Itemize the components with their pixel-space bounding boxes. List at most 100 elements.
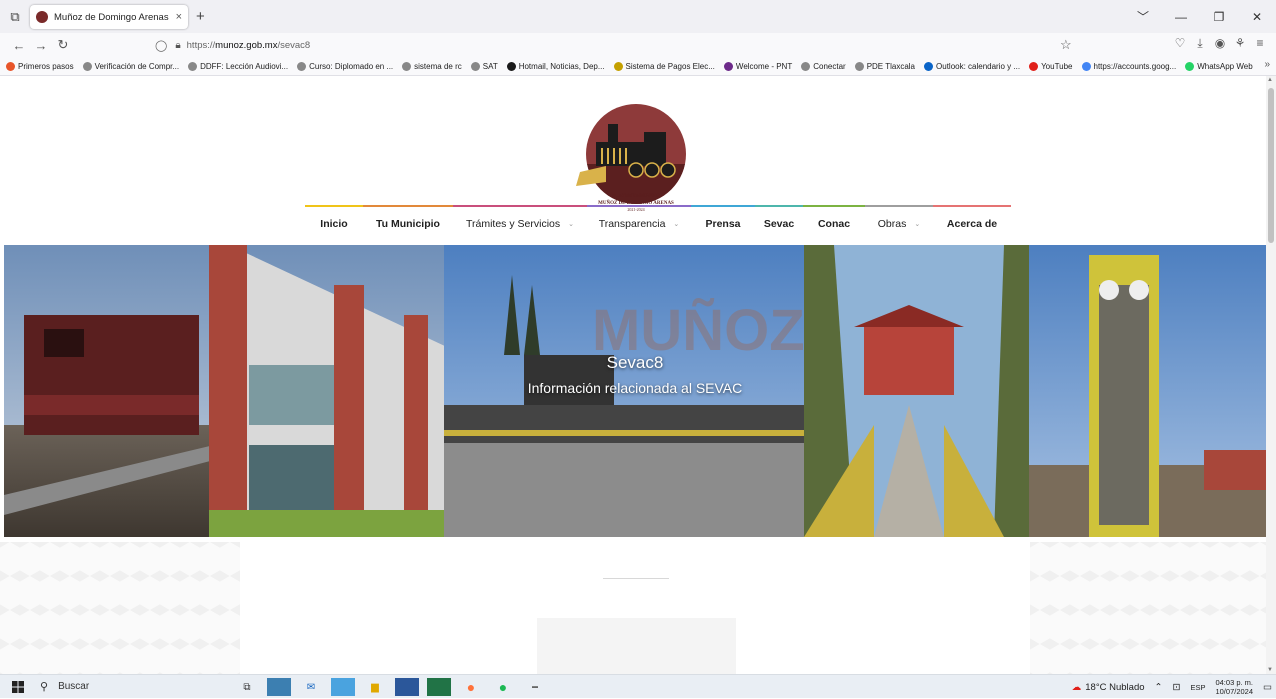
bookmark-item[interactable]: Welcome - PNT [723, 61, 793, 71]
bookmark-item[interactable]: Hotmail, Noticias, Dep... [506, 61, 605, 71]
menu-item-label: Transparencia [598, 218, 666, 230]
bookmark-item[interactable]: https://accounts.goog... [1081, 61, 1177, 71]
taskbar-search[interactable]: ⚲ Buscar [36, 675, 226, 699]
back-arrow-icon[interactable]: ← [8, 38, 30, 53]
downloads-icon[interactable]: ⤓ [1190, 36, 1210, 51]
reload-icon[interactable]: ↻ [52, 37, 74, 53]
bookmark-label: https://accounts.goog... [1093, 61, 1177, 71]
url-prefix: https:// [186, 39, 216, 51]
forward-arrow-icon[interactable]: → [30, 38, 52, 53]
hero-subtitle: Información relacionada al SEVAC [527, 380, 743, 396]
system-tray: ☁ 18°C Nublado ⌃ ⊡ ESP 04:03 p. m. 10/07… [1062, 675, 1272, 699]
bookmark-favicon-icon [402, 61, 412, 71]
new-tab-button[interactable]: + [196, 8, 205, 25]
bookmarks-overflow-icon[interactable]: » [1264, 59, 1270, 70]
toolbar-right: ♡ ⤓ ◉ ⚘ ≡ [1170, 36, 1270, 51]
bookmark-label: DDFF: Lección Audiovi... [200, 61, 289, 71]
excel-icon[interactable] [427, 678, 451, 696]
bookmark-label: Sistema de Pagos Elec... [625, 61, 715, 71]
calculator-icon[interactable] [267, 678, 291, 696]
bookmark-item[interactable]: Outlook: calendario y ... [924, 61, 1020, 71]
browser-tab-active[interactable]: Muñoz de Domingo Arenas × [30, 5, 188, 29]
bookmark-item[interactable]: Verificación de Compr... [82, 61, 179, 71]
menu-item-label: Inicio [320, 218, 348, 230]
bookmark-favicon-icon [470, 61, 480, 71]
scrollbar-thumb[interactable] [1268, 88, 1274, 243]
account-icon[interactable]: ◉ [1210, 36, 1230, 51]
menu-item[interactable]: Prensa [691, 205, 755, 241]
weather-text[interactable]: 18°C Nublado [1085, 682, 1144, 693]
bookmark-item[interactable]: Sistema de Pagos Elec... [613, 61, 715, 71]
clock[interactable]: 04:03 p. m. 10/07/2024 [1215, 678, 1253, 696]
list-all-tabs-icon[interactable]: ﹀ [1124, 8, 1162, 25]
tab-close-icon[interactable]: × [176, 11, 182, 23]
page-scrollbar[interactable]: ▲ ▼ [1266, 76, 1276, 674]
bookmark-label: Welcome - PNT [735, 61, 793, 71]
window-controls: ﹀ — ❐ ✕ [1124, 0, 1276, 33]
bookmarks-bar: Primeros pasos Verificación de Compr... DD… [0, 57, 1276, 76]
close-window-button[interactable]: ✕ [1238, 10, 1276, 24]
bookmark-label: Curso: Diplomado en ... [309, 61, 394, 71]
minimize-button[interactable]: — [1162, 10, 1200, 24]
logo-line-1: H. AYUNTAMIENTO [612, 194, 660, 199]
bookmark-item[interactable]: sistema de rc [402, 61, 462, 71]
start-button[interactable] [0, 680, 36, 693]
clock-date: 10/07/2024 [1215, 687, 1254, 696]
notifications-icon[interactable]: ▭ [1263, 682, 1272, 693]
weather-icon[interactable]: ☁ [1072, 682, 1082, 693]
menu-icon[interactable]: ≡ [1250, 36, 1270, 51]
menu-item[interactable]: Obras ⌄ [865, 205, 933, 241]
pocket-icon[interactable]: ♡ [1170, 36, 1190, 51]
word-icon[interactable] [395, 678, 419, 696]
bookmark-favicon-icon [506, 61, 516, 71]
tray-expand-icon[interactable]: ⌃ [1155, 682, 1163, 693]
browser-nav-bar: ← → ↻ ◯ 🔒︎ https://munoz.gob.mx/sevac8 ☆… [0, 33, 1276, 57]
bookmark-favicon-icon [1185, 61, 1195, 71]
bookmark-label: YouTube [1041, 61, 1073, 71]
mail-icon[interactable]: ✉ [299, 678, 323, 696]
scroll-down-icon[interactable]: ▼ [1267, 667, 1273, 673]
task-view-icon[interactable]: ⧉ [235, 678, 259, 696]
bookmark-item[interactable]: YouTube [1029, 61, 1073, 71]
spotify-icon[interactable]: ● [491, 678, 515, 696]
bookmark-item[interactable]: Conectar [801, 61, 846, 71]
menu-item[interactable]: Sevac [755, 205, 803, 241]
municipality-logo[interactable]: H. AYUNTAMIENTO MUÑOZ DE DOMINGO ARENAS … [566, 102, 706, 222]
app-thumbnail-icon[interactable]: ▬ [523, 678, 547, 696]
menu-item[interactable]: Conac [803, 205, 865, 241]
lock-icon[interactable]: 🔒︎ [175, 40, 180, 51]
windows-logo-icon [12, 680, 24, 693]
language-indicator[interactable]: ESP [1190, 683, 1205, 692]
bookmark-star-icon[interactable]: ☆ [1060, 37, 1072, 53]
menu-item[interactable]: Acerca de [933, 205, 1011, 241]
menu-item[interactable]: Transparencia ⌄ [587, 205, 691, 241]
bookmark-item[interactable]: DDFF: Lección Audiovi... [188, 61, 289, 71]
bookmark-favicon-icon [924, 61, 934, 71]
firefox-icon[interactable]: ● [459, 678, 483, 696]
bookmark-favicon-icon [854, 61, 864, 71]
restore-button[interactable]: ❐ [1200, 10, 1238, 24]
url-path: /sevac8 [277, 39, 311, 51]
main-menu: Inicio Tu Municipio Trámites y Servicios ⌄ T… [305, 205, 1028, 241]
bookmark-item[interactable]: SAT [470, 61, 498, 71]
bookmark-item[interactable]: WhatsApp Web [1185, 61, 1253, 71]
menu-item[interactable]: Inicio [305, 205, 363, 241]
menu-item[interactable]: Trámites y Servicios ⌄ [453, 205, 587, 241]
bookmark-item[interactable]: Primeros pasos [6, 61, 74, 71]
bookmark-item[interactable]: PDE Tlaxcala [854, 61, 915, 71]
bookmark-label: SAT [482, 61, 498, 71]
tracking-shield-icon[interactable]: ◯ [155, 39, 167, 52]
photos-icon[interactable] [331, 678, 355, 696]
taskbar-apps: ⧉ ✉ ▆ ● ● ▬ [235, 678, 555, 696]
bookmark-favicon-icon [188, 61, 198, 71]
file-explorer-icon[interactable]: ▆ [363, 678, 387, 696]
menu-item[interactable]: Tu Municipio [363, 205, 453, 241]
url-bar[interactable]: ◯ 🔒︎ https://munoz.gob.mx/sevac8 [155, 35, 1075, 55]
bookmark-favicon-icon [723, 61, 733, 71]
tab-list-icon[interactable]: ⧉ [0, 0, 30, 33]
scroll-up-icon[interactable]: ▲ [1267, 77, 1273, 83]
network-icon[interactable]: ⊡ [1172, 682, 1180, 693]
extensions-icon[interactable]: ⚘ [1230, 36, 1250, 51]
url-domain: munoz.gob.mx [215, 39, 278, 51]
bookmark-item[interactable]: Curso: Diplomado en ... [297, 61, 394, 71]
